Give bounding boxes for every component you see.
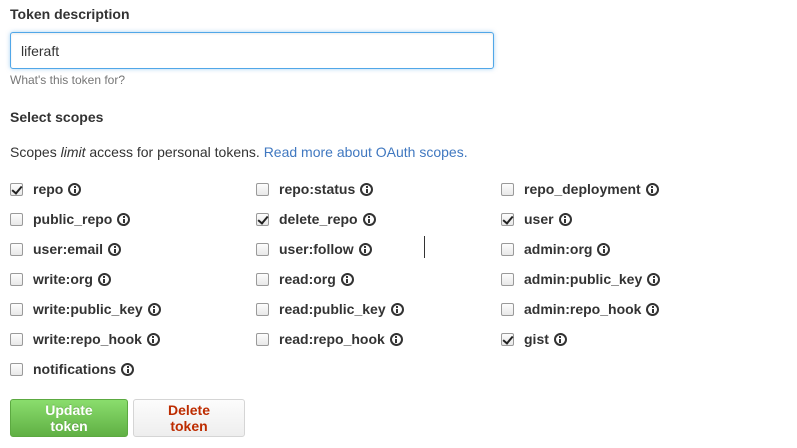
scope-checkbox[interactable]: [501, 182, 514, 196]
scope-label: user:email: [33, 241, 104, 257]
scope-label: admin:org: [524, 241, 593, 257]
scope-checkbox[interactable]: [256, 272, 269, 286]
oauth-scopes-link[interactable]: Read more about OAuth scopes.: [264, 144, 468, 160]
scope-user[interactable]: user: [501, 209, 572, 229]
token-description-hint: What's this token for?: [10, 73, 126, 87]
info-icon[interactable]: [108, 242, 122, 256]
scope-label: public_repo: [33, 211, 113, 227]
scope-repo[interactable]: repo: [10, 179, 82, 199]
scope-checkbox[interactable]: [256, 332, 269, 346]
info-icon[interactable]: [358, 242, 372, 256]
scope-read-public-key[interactable]: read:public_key: [256, 299, 404, 319]
scope-notifications[interactable]: notifications: [10, 359, 135, 379]
info-icon[interactable]: [340, 272, 354, 286]
scope-repo-deployment[interactable]: repo_deployment: [501, 179, 659, 199]
info-icon[interactable]: [360, 182, 374, 196]
scope-admin-org[interactable]: admin:org: [501, 239, 611, 259]
scope-label: gist: [524, 331, 549, 347]
info-icon[interactable]: [68, 182, 82, 196]
scope-read-org[interactable]: read:org: [256, 269, 354, 289]
scope-label: delete_repo: [279, 211, 358, 227]
token-description-input[interactable]: [10, 32, 494, 69]
scope-checkbox[interactable]: [501, 242, 514, 256]
scope-write-public-key[interactable]: write:public_key: [10, 299, 161, 319]
info-icon[interactable]: [553, 332, 567, 346]
info-icon[interactable]: [146, 332, 160, 346]
info-icon[interactable]: [97, 272, 111, 286]
scope-user-follow[interactable]: user:follow: [256, 239, 372, 259]
scope-checkbox[interactable]: [10, 302, 23, 316]
scope-read-repo-hook[interactable]: read:repo_hook: [256, 329, 403, 349]
scope-public-repo[interactable]: public_repo: [10, 209, 131, 229]
info-icon[interactable]: [647, 272, 661, 286]
token-description-label: Token description: [10, 6, 130, 22]
scope-checkbox[interactable]: [256, 242, 269, 256]
scope-checkbox[interactable]: [10, 272, 23, 286]
scopes-desc-prefix: Scopes: [10, 144, 61, 160]
scope-checkbox[interactable]: [501, 302, 514, 316]
scope-user-email[interactable]: user:email: [10, 239, 122, 259]
scope-checkbox[interactable]: [10, 212, 23, 226]
scope-label: write:repo_hook: [33, 331, 142, 347]
scope-label: repo: [33, 181, 64, 197]
update-token-button[interactable]: Update token: [10, 399, 128, 437]
scope-checkbox[interactable]: [501, 212, 514, 226]
scopes-description: Scopes limit access for personal tokens.…: [10, 144, 468, 160]
scope-label: write:org: [33, 271, 93, 287]
scope-label: repo:status: [279, 181, 356, 197]
scope-checkbox[interactable]: [501, 332, 514, 346]
scope-admin-repo-hook[interactable]: admin:repo_hook: [501, 299, 660, 319]
scope-checkbox[interactable]: [256, 182, 269, 196]
scope-label: read:public_key: [279, 301, 386, 317]
scope-admin-public-key[interactable]: admin:public_key: [501, 269, 661, 289]
scope-label: read:repo_hook: [279, 331, 385, 347]
scope-label: admin:public_key: [524, 271, 643, 287]
scope-label: repo_deployment: [524, 181, 641, 197]
info-icon[interactable]: [390, 302, 404, 316]
scope-checkbox[interactable]: [10, 332, 23, 346]
info-icon[interactable]: [362, 212, 376, 226]
scopes-desc-emphasis: limit: [60, 144, 86, 160]
scope-checkbox[interactable]: [10, 242, 23, 256]
scope-checkbox[interactable]: [256, 212, 269, 226]
info-icon[interactable]: [117, 212, 131, 226]
scope-label: read:org: [279, 271, 336, 287]
select-scopes-label: Select scopes: [10, 109, 104, 125]
info-icon[interactable]: [558, 212, 572, 226]
scope-checkbox[interactable]: [256, 302, 269, 316]
scope-gist[interactable]: gist: [501, 329, 567, 349]
info-icon[interactable]: [121, 362, 135, 376]
scope-label: user:follow: [279, 241, 354, 257]
text-cursor-icon: [424, 236, 425, 258]
scope-label: notifications: [33, 361, 117, 377]
scope-checkbox[interactable]: [10, 182, 23, 196]
info-icon[interactable]: [597, 242, 611, 256]
scope-write-repo-hook[interactable]: write:repo_hook: [10, 329, 160, 349]
scopes-desc-middle: access for personal tokens.: [85, 144, 264, 160]
delete-token-button[interactable]: Delete token: [133, 399, 245, 437]
info-icon[interactable]: [645, 182, 659, 196]
scope-delete-repo[interactable]: delete_repo: [256, 209, 376, 229]
info-icon[interactable]: [646, 302, 660, 316]
scope-checkbox[interactable]: [10, 362, 23, 376]
info-icon[interactable]: [147, 302, 161, 316]
info-icon[interactable]: [389, 332, 403, 346]
scope-label: write:public_key: [33, 301, 143, 317]
scope-checkbox[interactable]: [501, 272, 514, 286]
scope-repo-status[interactable]: repo:status: [256, 179, 374, 199]
scope-label: admin:repo_hook: [524, 301, 642, 317]
scope-write-org[interactable]: write:org: [10, 269, 111, 289]
scope-label: user: [524, 211, 554, 227]
